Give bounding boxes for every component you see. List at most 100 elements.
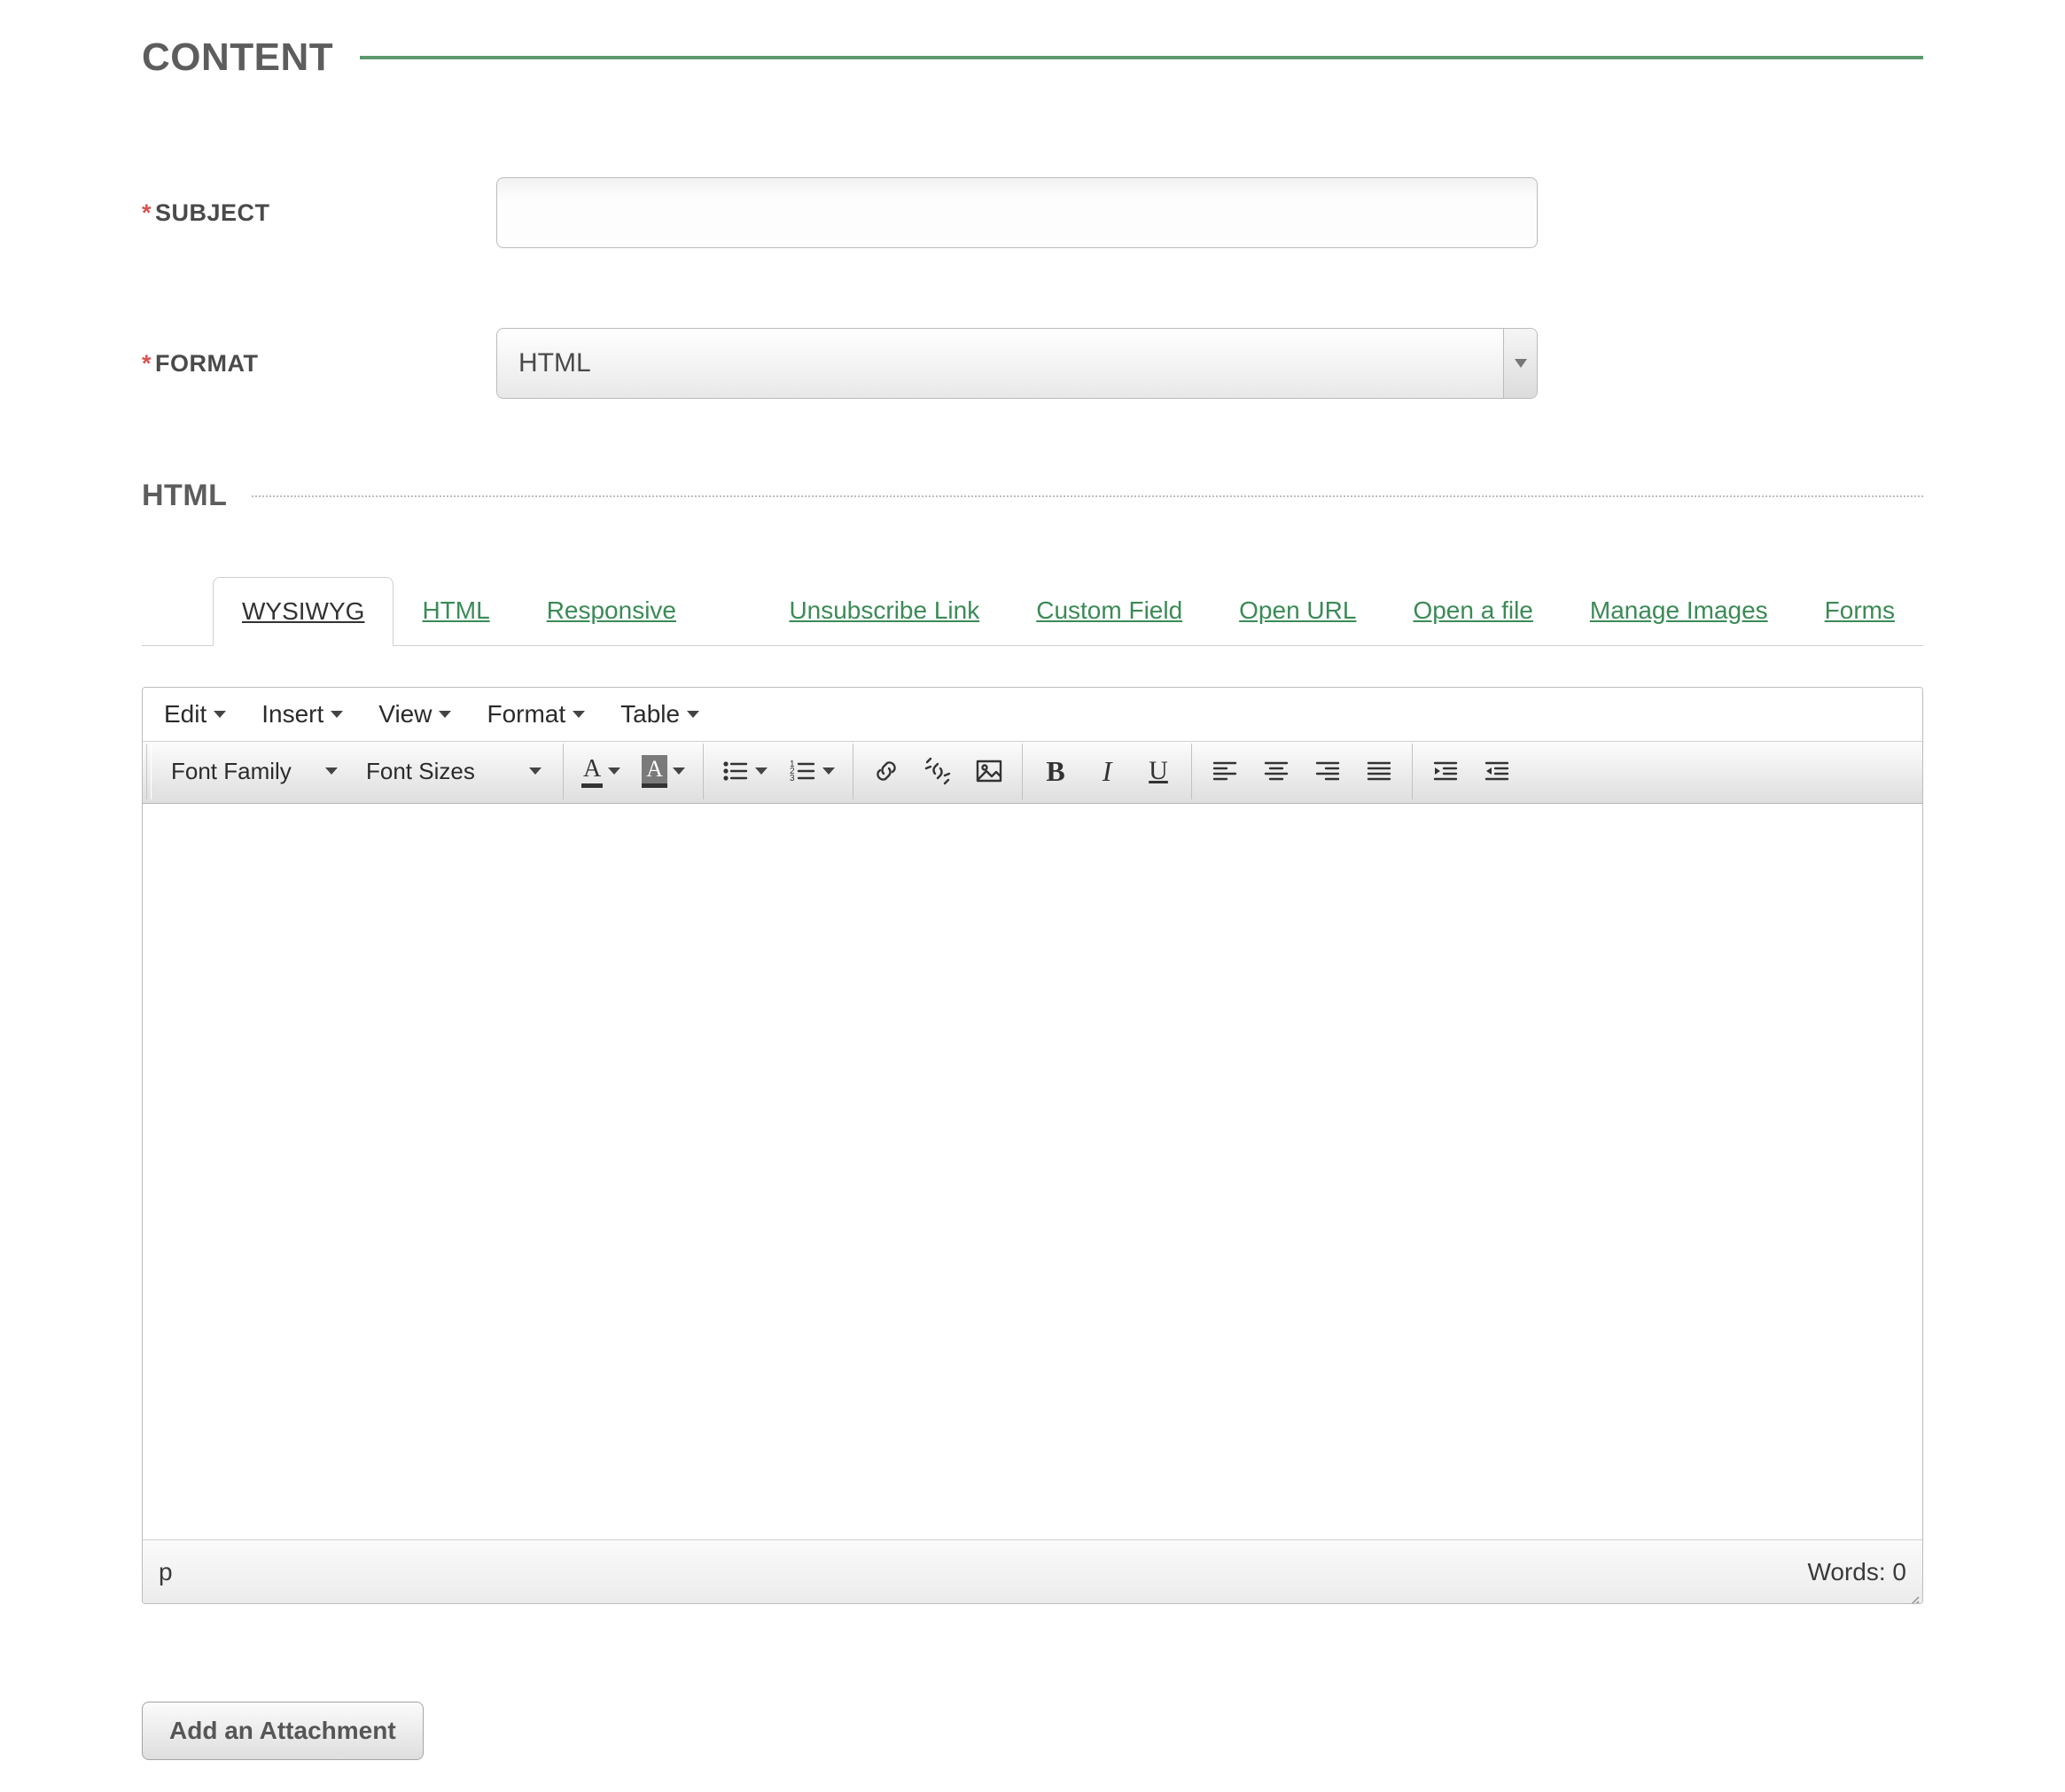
image-icon — [975, 757, 1003, 785]
caret-down-icon — [529, 767, 542, 775]
align-left-button[interactable] — [1199, 744, 1251, 799]
link-manage-images[interactable]: Manage Images — [1562, 576, 1796, 645]
caret-down-icon — [608, 767, 620, 775]
align-justify-icon — [1365, 757, 1393, 785]
toolbar-grip — [146, 744, 152, 799]
color-group: A A — [571, 744, 704, 799]
menu-table[interactable]: Table — [620, 700, 699, 728]
indent-button[interactable] — [1471, 744, 1523, 799]
tab-wysiwyg[interactable]: WYSIWYG — [213, 577, 394, 646]
editor-tabs: WYSIWYG HTML Responsive Unsubscribe Link… — [142, 575, 1923, 646]
svg-text:3: 3 — [790, 774, 795, 783]
caret-down-icon — [687, 711, 699, 718]
format-label: *FORMAT — [142, 350, 496, 378]
format-select-arrow[interactable] — [1503, 329, 1537, 398]
numbered-list-button[interactable]: 1 2 3 — [778, 744, 845, 799]
underline-button[interactable]: U — [1133, 744, 1184, 799]
text-color-button[interactable]: A — [571, 744, 631, 799]
link-forms[interactable]: Forms — [1796, 576, 1923, 645]
button-label: Add an Attachment — [169, 1717, 396, 1745]
align-center-button[interactable] — [1251, 744, 1302, 799]
menu-label: Edit — [164, 700, 206, 728]
format-select[interactable]: HTML — [496, 328, 1538, 399]
words-label: Words: — [1807, 1558, 1892, 1586]
section-divider — [360, 56, 1923, 59]
menu-label: Table — [620, 700, 680, 728]
editor-word-count: Words: 0 — [1807, 1558, 1906, 1586]
subject-input[interactable] — [496, 177, 1538, 248]
format-label-text: FORMAT — [155, 350, 258, 377]
subject-label-text: SUBJECT — [155, 199, 270, 226]
italic-button[interactable]: I — [1081, 744, 1133, 799]
text-color-icon: A — [581, 755, 603, 788]
numbered-list-icon: 1 2 3 — [789, 757, 817, 785]
font-group: Font Family Font Sizes — [157, 744, 564, 799]
align-left-icon — [1211, 757, 1239, 785]
menu-insert[interactable]: Insert — [261, 700, 343, 728]
insert-image-button[interactable] — [963, 744, 1015, 799]
underline-icon: U — [1149, 756, 1168, 786]
outdent-button[interactable] — [1420, 744, 1471, 799]
indent-group — [1420, 744, 1530, 799]
align-center-icon — [1262, 757, 1290, 785]
link-open-url[interactable]: Open URL — [1211, 576, 1384, 645]
caret-down-icon — [673, 767, 685, 775]
editor-content-area[interactable] — [143, 804, 1922, 1539]
list-group: 1 2 3 — [711, 744, 853, 799]
menu-edit[interactable]: Edit — [164, 700, 226, 728]
tab-label: Responsive — [547, 596, 676, 625]
caret-down-icon — [325, 767, 338, 775]
words-value: 0 — [1892, 1558, 1906, 1586]
link-open-file[interactable]: Open a file — [1384, 576, 1561, 645]
link-unsubscribe[interactable]: Unsubscribe Link — [760, 576, 1008, 645]
resize-grip-icon[interactable] — [1906, 1587, 1921, 1601]
chevron-down-icon — [1515, 359, 1527, 368]
menu-label: Insert — [261, 700, 323, 728]
insert-link-button[interactable] — [861, 744, 912, 799]
required-asterisk-icon: * — [142, 199, 152, 226]
subsection-header: HTML — [142, 479, 1923, 513]
section-header: CONTENT — [142, 35, 1923, 80]
format-row: *FORMAT HTML — [142, 328, 1923, 399]
align-right-button[interactable] — [1302, 744, 1353, 799]
tab-html[interactable]: HTML — [394, 576, 518, 645]
editor-menubar: Edit Insert View Format Table — [143, 688, 1922, 742]
background-color-button[interactable]: A — [631, 744, 696, 799]
align-right-icon — [1313, 757, 1342, 785]
remove-link-button[interactable] — [912, 744, 963, 799]
align-justify-button[interactable] — [1353, 744, 1405, 799]
editor-path[interactable]: p — [159, 1558, 173, 1586]
font-sizes-dropdown[interactable]: Font Sizes — [352, 744, 556, 799]
background-color-icon: A — [642, 755, 667, 788]
link-label: Forms — [1825, 596, 1895, 625]
menu-label: View — [378, 700, 432, 728]
format-select-value: HTML — [497, 329, 1503, 398]
link-label: Manage Images — [1590, 596, 1768, 625]
menu-format[interactable]: Format — [487, 700, 585, 728]
bold-button[interactable]: B — [1030, 744, 1081, 799]
link-custom-field[interactable]: Custom Field — [1008, 576, 1211, 645]
add-attachment-button[interactable]: Add an Attachment — [142, 1702, 424, 1760]
tab-responsive[interactable]: Responsive — [518, 576, 705, 645]
link-icon — [872, 757, 900, 785]
insert-group — [861, 744, 1023, 799]
caret-down-icon — [331, 711, 343, 718]
bullet-list-icon — [721, 757, 750, 785]
section-title: CONTENT — [142, 35, 333, 80]
caret-down-icon — [573, 711, 585, 718]
link-label: Open URL — [1239, 596, 1356, 625]
indent-icon — [1483, 757, 1511, 785]
bullet-list-button[interactable] — [711, 744, 778, 799]
bold-icon: B — [1046, 755, 1064, 788]
font-family-dropdown[interactable]: Font Family — [157, 744, 352, 799]
link-label: Custom Field — [1036, 596, 1182, 625]
subsection-divider — [252, 495, 1923, 497]
menu-view[interactable]: View — [378, 700, 451, 728]
italic-icon: I — [1103, 755, 1112, 788]
unlink-icon — [923, 757, 952, 785]
tab-label: HTML — [422, 596, 489, 625]
outdent-icon — [1431, 757, 1460, 785]
caret-down-icon — [214, 711, 226, 718]
caret-down-icon — [822, 767, 835, 775]
subsection-title: HTML — [142, 479, 227, 513]
